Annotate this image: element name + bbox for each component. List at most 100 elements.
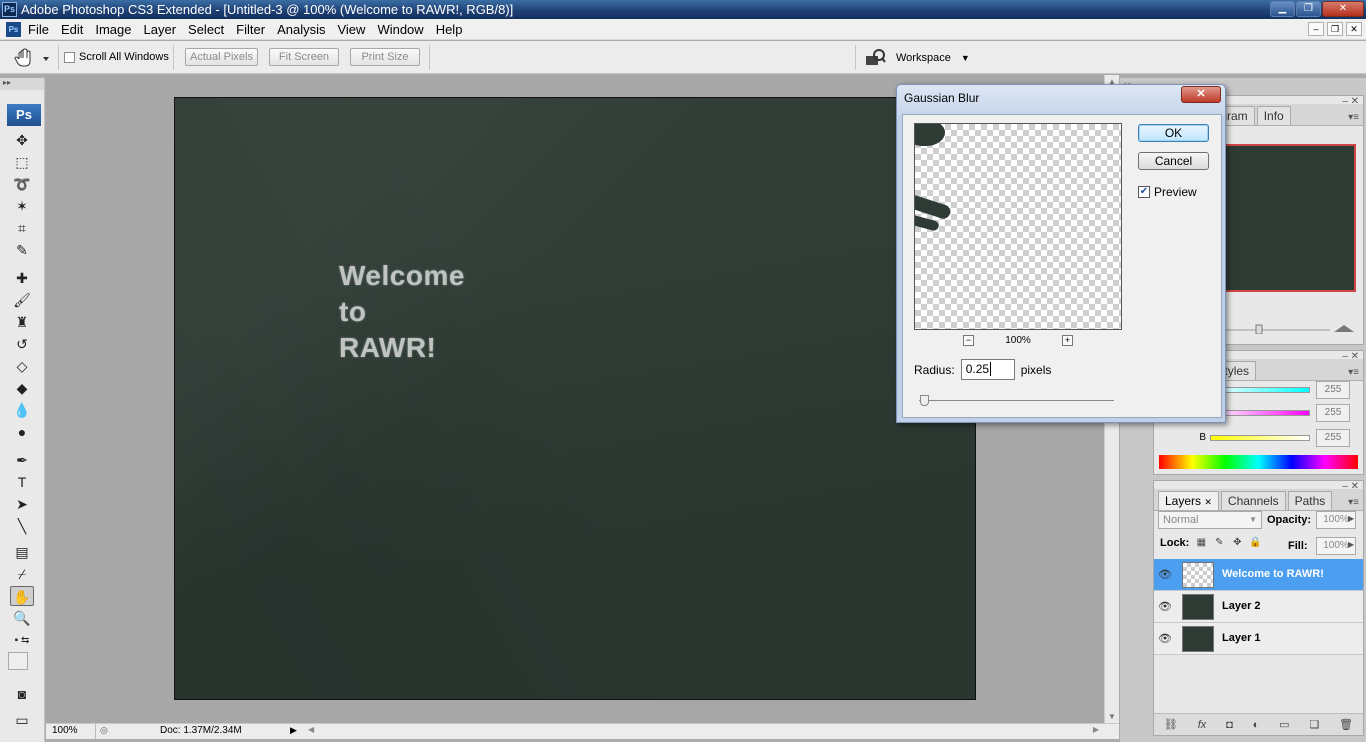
menu-select[interactable]: Select bbox=[182, 22, 230, 37]
type-tool-icon[interactable]: T bbox=[10, 472, 34, 492]
print-size-button[interactable]: Print Size bbox=[350, 48, 420, 66]
menu-layer[interactable]: Layer bbox=[138, 22, 183, 37]
eyedropper-icon[interactable]: ⌿ bbox=[10, 564, 34, 584]
magic-wand-icon[interactable]: ✶ bbox=[10, 196, 34, 216]
workspace-menu[interactable]: Workspace ▼ bbox=[864, 44, 970, 72]
fill-arrow-icon[interactable]: ▶ bbox=[1348, 540, 1354, 549]
move-tool-icon[interactable]: ✥ bbox=[10, 130, 34, 150]
document-canvas[interactable]: Welcome to RAWR! bbox=[174, 97, 976, 700]
default-colors-icon[interactable]: ▪ ⇆ bbox=[10, 631, 34, 651]
brush-tool-icon[interactable]: 🖌 bbox=[10, 290, 34, 310]
layer-row[interactable]: 👁 Layer 1 bbox=[1154, 623, 1363, 655]
zoom-out-icon[interactable]: − bbox=[963, 335, 974, 346]
close-icon[interactable]: ✕ bbox=[1181, 86, 1221, 103]
tab-layers[interactable]: Layers ✕ bbox=[1158, 491, 1219, 510]
doc-close-icon[interactable]: ✕ bbox=[1346, 22, 1362, 36]
tool-preset-picker[interactable] bbox=[13, 47, 53, 69]
status-bridge-icon[interactable]: ◎ bbox=[100, 725, 108, 736]
scroll-all-windows-checkbox[interactable]: Scroll All Windows bbox=[64, 51, 169, 63]
actual-pixels-button[interactable]: Actual Pixels bbox=[185, 48, 258, 66]
scroll-right-icon[interactable]: ▶ bbox=[1093, 725, 1099, 734]
fit-screen-button[interactable]: Fit Screen bbox=[269, 48, 339, 66]
lock-position-icon[interactable]: ✥ bbox=[1231, 537, 1243, 549]
paint-bucket-icon[interactable]: ◆ bbox=[10, 378, 34, 398]
scroll-down-icon[interactable]: ▼ bbox=[1108, 712, 1116, 721]
radius-input[interactable]: 0.25 bbox=[960, 359, 1015, 380]
marquee-tool-icon[interactable]: ⬚ bbox=[10, 152, 34, 172]
b-value[interactable]: 255 bbox=[1316, 428, 1350, 447]
cancel-button[interactable]: Cancel bbox=[1138, 152, 1209, 170]
tab-channels[interactable]: Channels bbox=[1220, 491, 1286, 510]
layer-mask-icon[interactable]: ◘ bbox=[1226, 719, 1233, 731]
new-group-icon[interactable]: ▭ bbox=[1279, 718, 1289, 731]
slice-tool-icon[interactable]: ✎ bbox=[10, 240, 34, 260]
layers-panel-menu-icon[interactable]: ▾≡ bbox=[1348, 497, 1359, 508]
lasso-tool-icon[interactable]: ➰ bbox=[10, 174, 34, 194]
layer-style-icon[interactable]: fx bbox=[1198, 719, 1207, 731]
blur-tool-icon[interactable]: 💧 bbox=[10, 400, 34, 420]
doc-restore-icon[interactable]: ❐ bbox=[1327, 22, 1343, 36]
trash-icon[interactable]: 🗑 bbox=[1339, 718, 1353, 731]
zoom-in-icon[interactable]: + bbox=[1061, 335, 1073, 346]
menu-file[interactable]: File bbox=[22, 22, 55, 37]
radius-slider-thumb[interactable] bbox=[920, 395, 929, 406]
crop-tool-icon[interactable]: ⌗ bbox=[10, 218, 34, 238]
document-icon[interactable]: Ps bbox=[6, 22, 21, 37]
quick-mask-icon[interactable]: ◙ bbox=[10, 684, 34, 704]
color-panel-menu-icon[interactable]: ▾≡ bbox=[1348, 367, 1359, 378]
menu-help[interactable]: Help bbox=[430, 22, 469, 37]
color-panel-minimize-icon[interactable]: – ✕ bbox=[1342, 351, 1359, 362]
r-value[interactable]: 255 bbox=[1316, 381, 1350, 399]
tab-close-icon[interactable]: ✕ bbox=[1204, 497, 1212, 507]
minimize-icon[interactable]: ▁ bbox=[1270, 1, 1295, 17]
menu-edit[interactable]: Edit bbox=[55, 22, 89, 37]
hand-tool-icon[interactable]: ✋ bbox=[10, 586, 34, 606]
tab-paths[interactable]: Paths bbox=[1287, 491, 1333, 510]
photoshop-app-icon[interactable]: Ps bbox=[2, 2, 17, 17]
preview-checkbox[interactable]: ✔ Preview bbox=[1138, 185, 1197, 199]
color-spectrum-bar[interactable] bbox=[1159, 455, 1358, 469]
photoshop-logo[interactable]: Ps bbox=[7, 104, 41, 126]
b-slider[interactable] bbox=[1210, 434, 1310, 441]
visibility-eye-icon[interactable]: 👁 bbox=[1158, 632, 1172, 645]
blend-mode-select[interactable]: Normal ▼ bbox=[1158, 511, 1262, 529]
status-menu-arrow-icon[interactable]: ▶ bbox=[290, 725, 297, 736]
zoom-tool-icon[interactable]: 🔍 bbox=[10, 608, 34, 628]
restore-icon[interactable]: ❐ bbox=[1296, 1, 1321, 17]
color-channel-b[interactable]: B 255 bbox=[1160, 428, 1350, 447]
pen-tool-icon[interactable]: ✒ bbox=[10, 450, 34, 470]
lock-image-icon[interactable]: ✎ bbox=[1213, 537, 1225, 549]
visibility-eye-icon[interactable]: 👁 bbox=[1158, 600, 1172, 613]
eraser-tool-icon[interactable]: ◇ bbox=[10, 356, 34, 376]
panel-menu-icon[interactable]: ▾≡ bbox=[1348, 112, 1359, 123]
menu-analysis[interactable]: Analysis bbox=[271, 22, 331, 37]
ok-button[interactable]: OK bbox=[1138, 124, 1209, 142]
radius-slider[interactable] bbox=[919, 395, 1114, 406]
line-tool-icon[interactable]: ╲ bbox=[10, 516, 34, 536]
g-value[interactable]: 255 bbox=[1316, 404, 1350, 422]
menu-view[interactable]: View bbox=[331, 22, 371, 37]
toolbox-collapse-icon[interactable]: ▸▸ bbox=[0, 78, 44, 90]
dodge-tool-icon[interactable]: ● bbox=[10, 422, 34, 442]
tab-info[interactable]: Info bbox=[1256, 106, 1291, 125]
zoom-level-field[interactable]: 100% bbox=[46, 724, 96, 739]
menu-image[interactable]: Image bbox=[89, 22, 137, 37]
blur-preview[interactable] bbox=[914, 123, 1122, 330]
menu-filter[interactable]: Filter bbox=[230, 22, 271, 37]
menu-window[interactable]: Window bbox=[371, 22, 429, 37]
layer-row[interactable]: 👁 Welcome to RAWR! bbox=[1154, 559, 1363, 591]
clone-stamp-icon[interactable]: ♜ bbox=[10, 312, 34, 332]
scroll-left-icon[interactable]: ◀ bbox=[308, 725, 314, 734]
visibility-eye-icon[interactable]: 👁 bbox=[1158, 568, 1172, 581]
notes-tool-icon[interactable]: ▤ bbox=[10, 542, 34, 562]
new-layer-icon[interactable]: ❏ bbox=[1309, 718, 1319, 731]
adjustment-layer-icon[interactable]: ◐ bbox=[1253, 719, 1260, 731]
lock-transparent-icon[interactable]: ▦ bbox=[1195, 537, 1207, 549]
layers-panel-minimize-icon[interactable]: – ✕ bbox=[1342, 481, 1359, 492]
layer-row[interactable]: 👁 Layer 2 bbox=[1154, 591, 1363, 623]
opacity-arrow-icon[interactable]: ▶ bbox=[1348, 514, 1354, 523]
path-selection-icon[interactable]: ➤ bbox=[10, 494, 34, 514]
close-icon[interactable]: ✕ bbox=[1322, 1, 1364, 17]
doc-minimize-icon[interactable]: – bbox=[1308, 22, 1324, 36]
screen-mode-icon[interactable]: ▭ bbox=[10, 710, 34, 730]
